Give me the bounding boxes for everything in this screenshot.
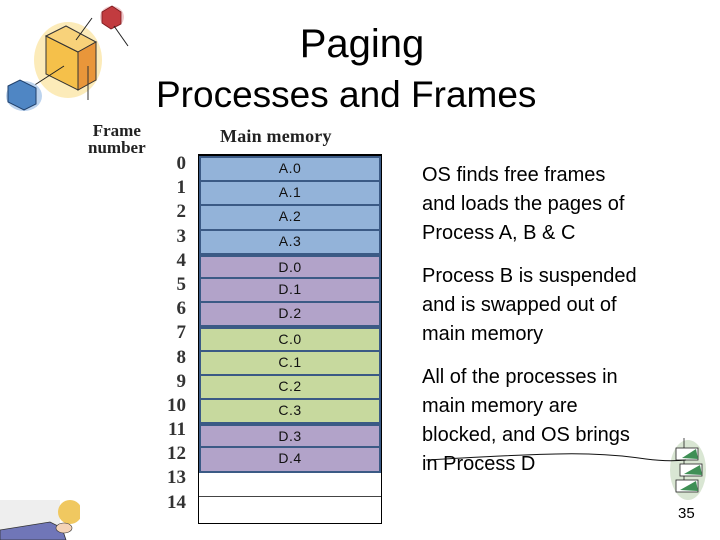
note-load-processes: OS finds free frames and loads the pages… (422, 161, 624, 248)
memory-frame-process-a: A.2 (199, 204, 381, 229)
memory-frame-empty (199, 497, 381, 522)
page-number: 35 (678, 505, 695, 522)
note-line: and loads the pages of (422, 193, 625, 215)
memory-frame-process-d: D.4 (199, 446, 381, 473)
frame-number: 11 (168, 419, 186, 441)
note-line: OS finds free frames (422, 164, 606, 186)
memory-frame-process-c: C.2 (199, 373, 381, 398)
note-line: and is swapped out of (422, 294, 617, 316)
frame-label-line2: number (88, 138, 146, 157)
slide-subtitle: Processes and Frames (156, 74, 537, 115)
note-suspend-b: Process B is suspended and is swapped ou… (422, 262, 637, 349)
memory-frame-process-a: A.3 (199, 228, 381, 253)
decorative-line (426, 453, 686, 462)
frame-number: 8 (176, 346, 187, 368)
note-line: blocked, and OS brings (422, 424, 630, 446)
main-memory-block: A.0 A.1 A.2 A.3 D.0 D.1 D.2 C.0 C.1 C.2 C.3 D.3 D.4 (198, 154, 382, 524)
memory-frames: A.0 A.1 A.2 A.3 D.0 D.1 D.2 C.0 C.1 C.2 C.3 D.3 D.4 (199, 156, 381, 522)
memory-frame-process-d: D.0 (199, 252, 381, 277)
hand-clipart-icon (0, 500, 80, 540)
frame-number: 3 (176, 225, 187, 247)
frame-number: 9 (176, 370, 187, 392)
frame-number: 12 (167, 443, 186, 465)
main-memory-label: Main memory (220, 126, 332, 146)
memory-frame-process-d: D.1 (199, 276, 381, 302)
note-line: Process A, B & C (422, 222, 576, 244)
note-line: Process B is suspended (422, 265, 637, 287)
memory-frame-empty (199, 472, 381, 498)
memory-frame-process-a: A.0 (199, 156, 381, 181)
frame-number: 4 (176, 249, 187, 271)
frame-number: 1 (176, 177, 187, 199)
frame-number-label: Frame number (88, 122, 146, 156)
frame-number-column: 0 1 2 3 4 5 6 7 8 9 10 11 12 13 14 (150, 152, 186, 515)
frame-number: 7 (176, 322, 187, 344)
memory-frame-process-c: C.0 (199, 325, 381, 350)
memory-frame-process-a: A.1 (199, 180, 381, 205)
frame-number: 6 (176, 298, 187, 320)
note-line: main memory (422, 323, 544, 345)
memory-frame-process-d: D.3 (199, 422, 381, 447)
note-line: main memory are (422, 395, 578, 417)
frame-number: 5 (176, 273, 187, 295)
slide-title: Paging (299, 22, 425, 66)
frame-number: 10 (167, 394, 186, 416)
note-line: All of the processes in (422, 366, 618, 388)
frame-label-line1: Frame (92, 121, 141, 140)
frame-number: 0 (176, 153, 187, 174)
memory-frame-process-c: C.1 (199, 349, 381, 374)
frame-number: 13 (167, 467, 186, 489)
frame-number: 14 (167, 491, 186, 513)
frame-number: 2 (176, 201, 187, 223)
memory-frame-process-c: C.3 (199, 397, 381, 423)
memory-frame-process-d: D.2 (199, 301, 381, 326)
